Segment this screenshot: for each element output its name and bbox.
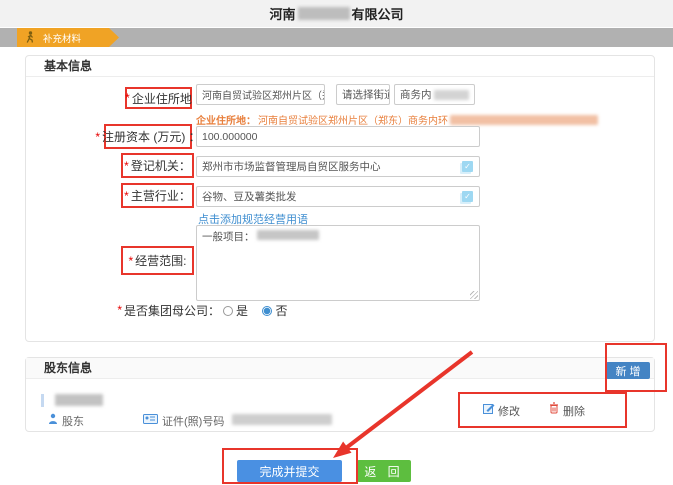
submit-button[interactable]: 完成并提交 bbox=[237, 460, 342, 482]
authority-picker-icon[interactable]: ✓ bbox=[462, 161, 473, 172]
id-card-icon bbox=[143, 414, 158, 424]
authority-label-text: 登记机关： bbox=[131, 157, 191, 174]
address-label-text: 企业住所地 bbox=[132, 90, 192, 107]
page-title-prefix: 河南 bbox=[269, 4, 295, 23]
row-accent-bar bbox=[41, 394, 44, 407]
trash-icon bbox=[549, 402, 559, 414]
authority-label: * 登记机关： bbox=[121, 153, 194, 178]
authority-input[interactable] bbox=[196, 156, 480, 177]
required-star: * bbox=[95, 130, 100, 144]
walking-person-icon bbox=[25, 31, 35, 44]
required-star: * bbox=[125, 91, 130, 105]
required-star: * bbox=[124, 189, 129, 203]
page-title-suffix: 有限公司 bbox=[352, 4, 404, 23]
back-button[interactable]: 返 回 bbox=[357, 460, 411, 482]
person-icon bbox=[48, 413, 58, 424]
shareholder-role: 股东 bbox=[62, 413, 84, 429]
industry-label: * 主营行业： bbox=[121, 183, 194, 208]
basic-info-panel: 基本信息 * 企业住所地 河南自贸试验区郑州片区（郑东） 请选择街道 商务内 企… bbox=[25, 55, 655, 342]
redacted-cert-number bbox=[232, 414, 332, 425]
industry-input[interactable] bbox=[196, 186, 480, 207]
group-parent-radios: 是 否 bbox=[223, 302, 297, 320]
required-star: * bbox=[128, 254, 133, 268]
capital-label: * 注册资本 (万元) ： bbox=[104, 124, 192, 149]
scope-label-text: 经营范围: bbox=[135, 252, 186, 269]
capital-label-text: 注册资本 (万元) ： bbox=[102, 128, 201, 145]
address-hint-label: 企业住所地： bbox=[196, 112, 256, 127]
address-region-value: 河南自贸试验区郑州片区（郑东） bbox=[202, 87, 325, 102]
shareholder-title: 股东信息 bbox=[26, 358, 654, 379]
delete-button[interactable]: 删除 bbox=[563, 403, 585, 419]
radio-no[interactable] bbox=[262, 306, 272, 316]
required-star: * bbox=[124, 159, 129, 173]
required-star: * bbox=[117, 303, 122, 317]
redacted-address-hint bbox=[450, 115, 598, 125]
shareholder-panel: 股东信息 新 增 股东 证件(照)号码 修改 删除 bbox=[25, 357, 655, 432]
redacted-company-name bbox=[298, 7, 350, 20]
tab-label: 补充材料 bbox=[43, 31, 81, 45]
address-label: * 企业住所地 bbox=[125, 87, 192, 109]
address-hint-value: 河南自贸试验区郑州片区（郑东）商务内环 bbox=[258, 112, 448, 127]
address-hint: 企业住所地： 河南自贸试验区郑州片区（郑东）商务内环 bbox=[196, 112, 598, 127]
radio-no-label: 否 bbox=[275, 304, 287, 318]
scope-label: * 经营范围: bbox=[121, 246, 194, 275]
redacted-scope bbox=[257, 230, 319, 240]
street-select[interactable]: 请选择街道 bbox=[336, 84, 390, 105]
edit-icon bbox=[483, 402, 495, 414]
address-detail-input[interactable]: 商务内 bbox=[394, 84, 475, 105]
radio-yes-label: 是 bbox=[236, 304, 248, 318]
breadcrumb: 补充材料 bbox=[0, 28, 673, 47]
window-title-bar: 河南 有限公司 bbox=[0, 0, 673, 27]
capital-input[interactable] bbox=[196, 126, 480, 147]
group-parent-label: * 是否集团母公司： bbox=[86, 302, 220, 318]
page-title: 河南 有限公司 bbox=[269, 4, 403, 23]
address-detail-value: 商务内 bbox=[400, 87, 432, 102]
street-select-value: 请选择街道 bbox=[342, 87, 390, 102]
modify-button[interactable]: 修改 bbox=[498, 403, 520, 419]
tab-supplementary-materials[interactable]: 补充材料 bbox=[17, 28, 119, 47]
industry-picker-icon[interactable]: ✓ bbox=[462, 191, 473, 202]
scope-textarea[interactable]: 一般项目： bbox=[196, 225, 480, 301]
group-parent-label-text: 是否集团母公司： bbox=[124, 302, 220, 319]
radio-yes[interactable] bbox=[223, 306, 233, 316]
address-region-input[interactable]: 河南自贸试验区郑州片区（郑东） bbox=[196, 84, 325, 105]
basic-info-title: 基本信息 bbox=[26, 56, 654, 77]
cert-number-label: 证件(照)号码 bbox=[162, 413, 224, 429]
add-shareholder-button[interactable]: 新 增 bbox=[606, 362, 650, 379]
scope-value-prefix: 一般项目： bbox=[202, 231, 255, 243]
redacted-shareholder-name bbox=[55, 394, 103, 406]
redacted-address-detail bbox=[434, 90, 470, 100]
industry-label-text: 主营行业： bbox=[131, 187, 191, 204]
